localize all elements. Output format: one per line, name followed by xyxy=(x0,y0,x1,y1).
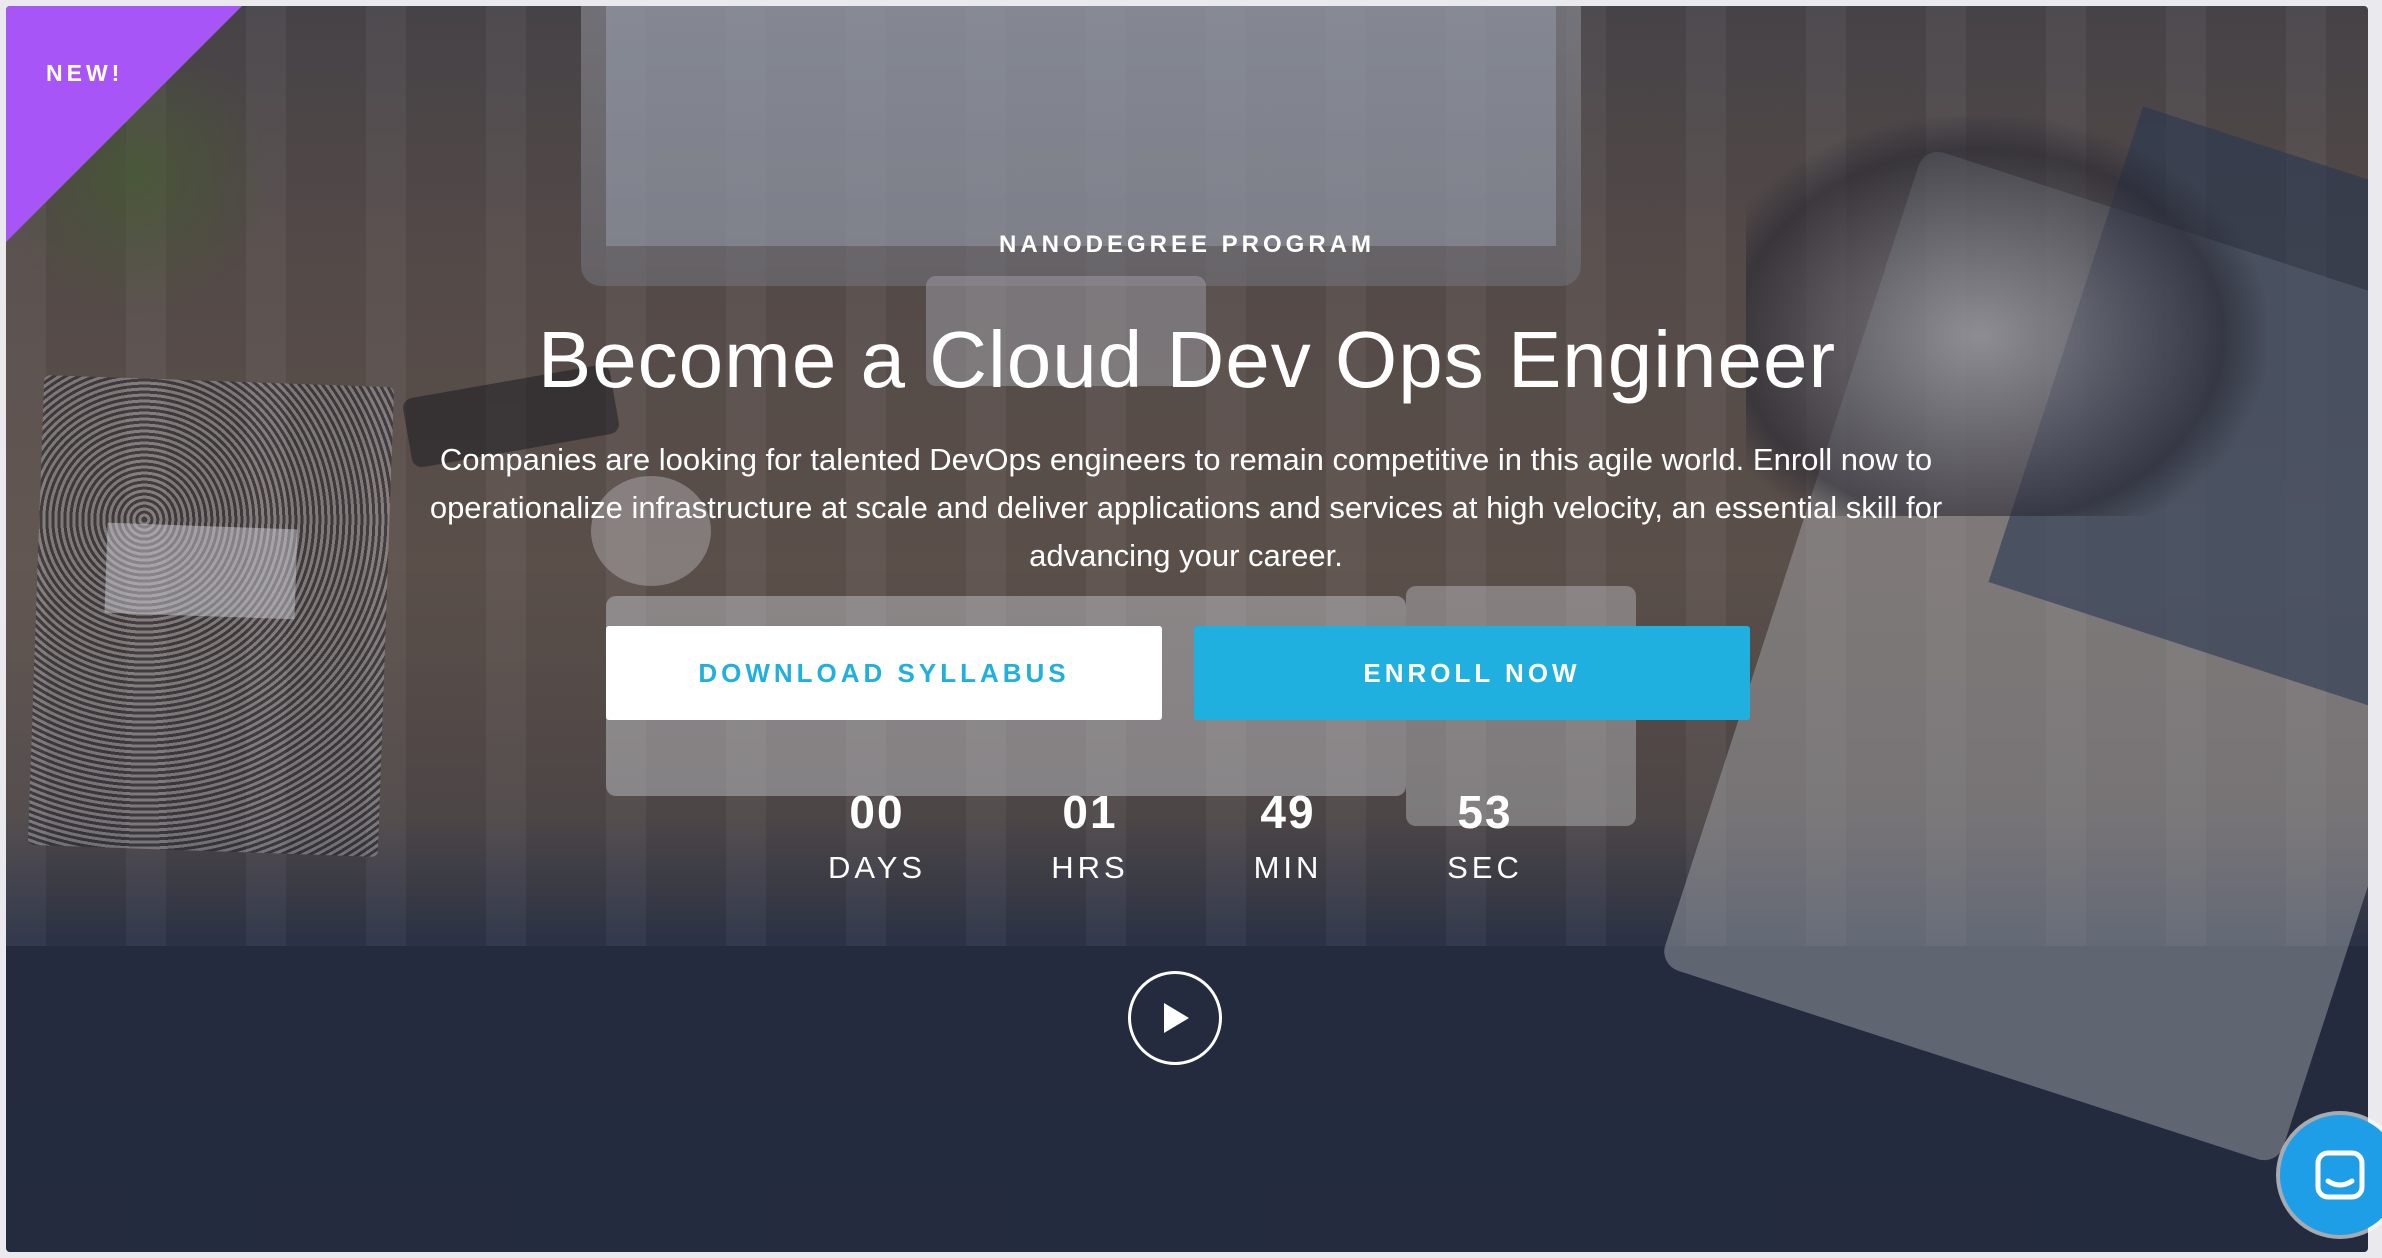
countdown-timer: 00 DAYS 01 HRS 49 MIN 53 SEC xyxy=(6,784,2368,904)
countdown-minutes-label: MIN xyxy=(1253,850,1323,885)
enroll-now-button[interactable]: ENROLL NOW xyxy=(1194,626,1750,720)
countdown-seconds: 53 SEC xyxy=(1395,784,1575,886)
countdown-seconds-label: SEC xyxy=(1447,850,1523,885)
download-syllabus-label: DOWNLOAD SYLLABUS xyxy=(698,657,1070,688)
countdown-minutes: 49 MIN xyxy=(1198,784,1378,886)
countdown-minutes-value: 49 xyxy=(1260,786,1316,838)
background-monitor-screen xyxy=(606,6,1556,246)
download-syllabus-button[interactable]: DOWNLOAD SYLLABUS xyxy=(606,626,1162,720)
countdown-days-label: DAYS xyxy=(827,850,927,885)
background-notebook-label xyxy=(104,522,298,620)
program-kicker: NANODEGREE PROGRAM xyxy=(998,231,1376,258)
chat-icon xyxy=(2315,1150,2365,1200)
countdown-days: 00 DAYS xyxy=(787,784,967,886)
countdown-hours-label: HRS xyxy=(1051,850,1129,885)
hero-section: NEW! NANODEGREE PROGRAM Become a Cloud D… xyxy=(6,6,2368,1252)
hero-description: Companies are looking for talented DevOp… xyxy=(429,442,1943,573)
countdown-days-value: 00 xyxy=(849,786,905,838)
page-title: Become a Cloud Dev Ops Engineer xyxy=(537,315,1837,404)
play-icon xyxy=(1164,1003,1189,1033)
countdown-hours-value: 01 xyxy=(1062,786,1118,838)
new-badge-ribbon xyxy=(6,6,242,242)
new-badge-label: NEW! xyxy=(46,60,124,86)
countdown-hours: 01 HRS xyxy=(1000,784,1180,886)
countdown-seconds-value: 53 xyxy=(1457,786,1513,838)
enroll-now-label: ENROLL NOW xyxy=(1363,657,1581,688)
play-video-button[interactable] xyxy=(1128,971,1222,1065)
